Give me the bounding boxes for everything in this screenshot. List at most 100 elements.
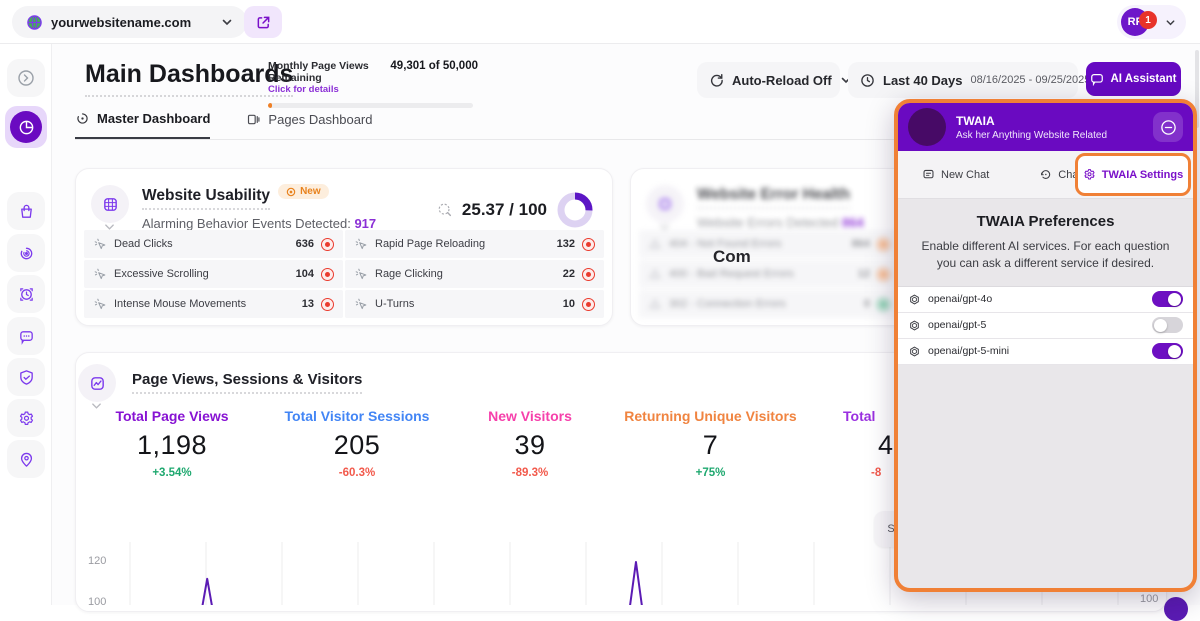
metric-label: U-Turns xyxy=(375,298,414,310)
external-link-icon xyxy=(256,15,271,30)
usability-widget-icon[interactable] xyxy=(91,185,129,223)
openai-icon xyxy=(908,319,921,332)
service-toggle[interactable] xyxy=(1152,343,1183,359)
quota-progress-fill xyxy=(268,103,272,108)
sidebar-item-locations[interactable] xyxy=(7,440,45,478)
cursor-click-icon xyxy=(93,237,107,251)
service-name: openai/gpt-5-mini xyxy=(928,345,1009,357)
usability-score: 25.37 / 100 xyxy=(437,191,594,229)
quota-widget: Monthly Page Views Remaining 49,301 of 5… xyxy=(268,60,478,108)
stat-delta: +3.54% xyxy=(92,467,252,479)
tab-master-dashboard[interactable]: Master Dashboard xyxy=(75,110,210,139)
website-selector[interactable]: yourwebsitename.com xyxy=(12,6,247,38)
gear-icon xyxy=(18,410,35,427)
table-row[interactable]: Dead Clicks 636 xyxy=(84,230,343,258)
record-dot-icon[interactable] xyxy=(877,298,890,311)
top-bar: yourwebsitename.com RF 1 xyxy=(0,0,1200,44)
record-dot-icon[interactable] xyxy=(877,238,890,251)
service-toggle[interactable] xyxy=(1152,291,1183,307)
table-row[interactable]: U-Turns10 xyxy=(345,290,604,318)
tab-label: New Chat xyxy=(941,169,989,181)
table-row[interactable]: Intense Mouse Movements13 xyxy=(84,290,343,318)
table-row[interactable]: 400 - Bad Request Errors12 xyxy=(639,260,899,288)
stat-total-page-views: Total Page Views 1,198 +3.54% xyxy=(92,408,252,479)
warning-triangle-icon xyxy=(648,267,662,281)
user-menu[interactable]: RF 1 xyxy=(1117,5,1186,39)
ai-assistant-button[interactable]: AI Assistant xyxy=(1086,62,1181,96)
quota-details-link[interactable]: Click for details xyxy=(268,84,478,95)
sidebar-item-sessions[interactable] xyxy=(7,275,45,313)
record-dot-icon[interactable] xyxy=(321,298,334,311)
record-dot-icon[interactable] xyxy=(582,238,595,251)
error-widget-icon[interactable] xyxy=(646,185,684,223)
preferences-description: Enable different AI services. For each q… xyxy=(912,238,1179,273)
shield-check-icon xyxy=(18,369,35,386)
sidebar-item-store[interactable] xyxy=(7,192,45,230)
date-range-value: 08/16/2025 - 09/25/2025 xyxy=(971,74,1091,86)
radar-icon xyxy=(75,111,90,126)
cursor-click-icon xyxy=(93,297,107,311)
stat-label: Total Visitor Sessions xyxy=(262,408,452,424)
error-card-subtitle: Website Errors Detected 864 xyxy=(697,215,864,230)
record-dot-icon[interactable] xyxy=(582,268,595,281)
sidebar-item-security[interactable] xyxy=(7,358,45,396)
twaia-header: TWAIA Ask her Anything Website Related xyxy=(898,103,1193,151)
table-row[interactable]: Excessive Scrolling104 xyxy=(84,260,343,288)
website-usability-card: Website UsabilityNew Alarming Behavior E… xyxy=(75,168,613,326)
table-row[interactable]: Rage Clicking22 xyxy=(345,260,604,288)
metric-label: Dead Clicks xyxy=(114,238,173,250)
sidebar-item-behavior[interactable] xyxy=(7,234,45,272)
tab-twaia-settings[interactable]: TWAIA Settings xyxy=(1075,153,1191,196)
cursor-click-icon xyxy=(354,297,368,311)
sidebar-expand-button[interactable] xyxy=(7,59,45,97)
tab-label: Master Dashboard xyxy=(97,111,210,126)
map-pin-icon xyxy=(18,451,35,468)
tab-new-chat[interactable]: New Chat xyxy=(912,168,999,181)
stat-value: 1,198 xyxy=(92,430,252,461)
auto-reload-label: Auto-Reload Off xyxy=(732,73,832,88)
twaia-panel: TWAIA Ask her Anything Website Related N… xyxy=(894,99,1197,592)
shopping-bag-icon xyxy=(18,203,35,220)
usability-card-title: Website Usability xyxy=(142,187,270,210)
left-sidebar xyxy=(0,44,52,605)
new-chat-icon xyxy=(922,168,935,181)
twaia-title: TWAIA xyxy=(956,114,1107,128)
table-row[interactable]: Rapid Page Reloading132 xyxy=(345,230,604,258)
quota-progress-bar xyxy=(268,103,473,108)
stat-label: New Visitors xyxy=(460,408,600,424)
metric-value: 636 xyxy=(296,238,314,250)
chart-data-point xyxy=(1164,597,1188,621)
record-dot-icon[interactable] xyxy=(877,268,890,281)
open-website-button[interactable] xyxy=(244,6,282,38)
warning-triangle-icon xyxy=(648,237,662,251)
record-dot-icon[interactable] xyxy=(321,238,334,251)
warning-triangle-icon xyxy=(648,297,662,311)
usability-score-ring xyxy=(556,191,594,229)
tab-pages-dashboard[interactable]: Pages Dashboard xyxy=(246,110,372,139)
date-range-dropdown[interactable]: Last 40 Days 08/16/2025 - 09/25/2025 xyxy=(848,62,1078,98)
record-dot-icon[interactable] xyxy=(321,268,334,281)
page-views-widget-icon[interactable] xyxy=(78,364,116,402)
globe-icon xyxy=(26,14,43,31)
sidebar-item-settings[interactable] xyxy=(7,399,45,437)
stat-label: Returning Unique Visitors xyxy=(608,408,813,424)
service-toggle[interactable] xyxy=(1152,317,1183,333)
auto-reload-dropdown[interactable]: Auto-Reload Off xyxy=(697,62,840,98)
stat-delta: -60.3% xyxy=(262,467,452,479)
stat-delta: -89.3% xyxy=(460,467,600,479)
sidebar-item-feedback[interactable] xyxy=(7,317,45,355)
tab-label: Pages Dashboard xyxy=(268,112,372,127)
table-row[interactable]: 404 - Not Found Errors864 xyxy=(639,230,899,258)
chat-icon xyxy=(1090,72,1104,86)
metric-value: 13 xyxy=(302,298,314,310)
record-dot-icon[interactable] xyxy=(582,298,595,311)
table-row[interactable]: 302 - Connection Errors0 xyxy=(639,290,899,318)
ai-assistant-label: AI Assistant xyxy=(1110,73,1176,85)
overlay-text: Com xyxy=(713,247,751,267)
stat-total-visitor-sessions: Total Visitor Sessions 205 -60.3% xyxy=(262,408,452,479)
usability-events-count: 917 xyxy=(354,216,376,231)
sidebar-item-dashboards[interactable] xyxy=(5,106,47,148)
page-views-title: Page Views, Sessions & Visitors xyxy=(132,371,362,394)
usability-subtitle: Alarming Behavior Events Detected: 917 xyxy=(142,216,376,231)
minimize-panel-button[interactable] xyxy=(1153,112,1183,142)
